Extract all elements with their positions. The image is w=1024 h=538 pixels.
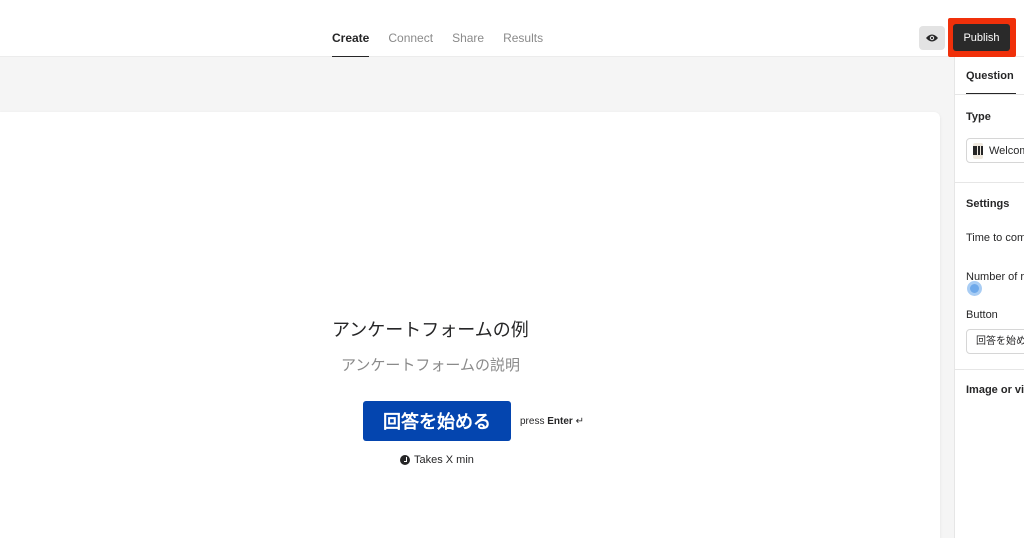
press-key: Enter — [547, 416, 573, 427]
tab-connect[interactable]: Connect — [388, 0, 433, 57]
publish-button[interactable]: Publish — [953, 24, 1010, 51]
press-prefix: press — [520, 416, 545, 427]
tab-share[interactable]: Share — [452, 0, 484, 57]
question-settings-panel: Question Type Welcome Screen Settings Ti… — [954, 57, 1024, 538]
clock-icon — [400, 455, 410, 465]
start-button[interactable]: 回答を始める — [363, 401, 511, 441]
time-estimate: Takes X min — [400, 454, 474, 466]
preview-button[interactable] — [919, 26, 945, 50]
tab-create[interactable]: Create — [332, 0, 370, 58]
time-to-complete-label: Time to complete — [966, 232, 1024, 244]
form-description[interactable]: アンケートフォームの説明 — [341, 354, 520, 375]
panel-divider — [955, 94, 1024, 95]
tab-question[interactable]: Question — [966, 70, 1014, 82]
toggle-switch[interactable] — [967, 281, 982, 296]
type-select-value: Welcome Screen — [989, 144, 1024, 157]
image-or-video-label[interactable]: Image or video — [966, 384, 1024, 396]
panel-divider — [955, 369, 1024, 370]
button-text-input[interactable]: 回答を始める — [966, 329, 1024, 354]
type-select[interactable]: Welcome Screen — [966, 138, 1024, 163]
form-title[interactable]: アンケートフォームの例 — [332, 316, 529, 342]
top-navigation-bar: Create Connect Share Results Publish — [0, 0, 1024, 58]
settings-label: Settings — [966, 198, 1010, 210]
time-estimate-text: Takes X min — [414, 454, 474, 466]
panel-divider — [955, 182, 1024, 183]
button-label: Button — [966, 309, 998, 321]
main-tabs: Create Connect Share Results — [332, 0, 543, 58]
enter-icon: ↵ — [575, 416, 584, 427]
press-enter-hint: press Enter ↵ — [520, 416, 584, 427]
tab-results[interactable]: Results — [503, 0, 543, 57]
welcome-screen-icon — [973, 142, 983, 159]
eye-icon — [926, 34, 938, 42]
type-label: Type — [966, 111, 991, 123]
